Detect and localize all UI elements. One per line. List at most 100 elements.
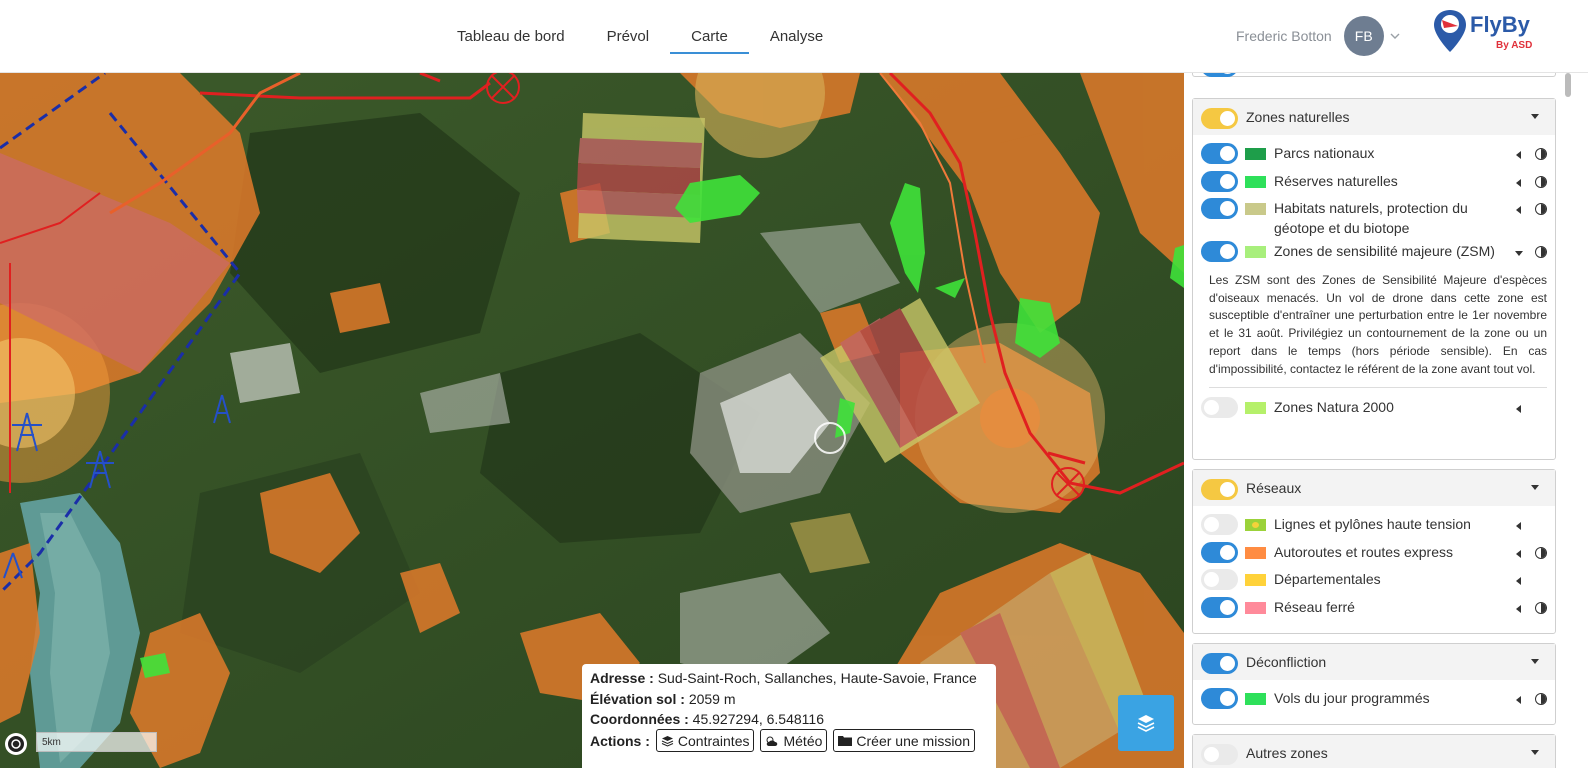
layer-label: Réserves naturelles xyxy=(1274,172,1398,189)
legend-swatch xyxy=(1245,601,1266,614)
legend-swatch xyxy=(1245,246,1266,259)
toggle-parcs-nationaux[interactable] xyxy=(1201,143,1238,164)
expand-icon[interactable] xyxy=(1516,404,1521,413)
caret-down-icon[interactable] xyxy=(1531,485,1539,490)
nav-carte[interactable]: Carte xyxy=(670,0,749,73)
panel-deconfliction: Déconfliction Vols du jour programmés xyxy=(1192,643,1556,725)
panel-reseaux: Réseaux Lignes et pylônes haute tension … xyxy=(1192,469,1556,634)
panel-header-autres-zones[interactable]: Autres zones xyxy=(1193,735,1555,768)
chevron-down-icon[interactable] xyxy=(1390,31,1400,41)
toggle-autoroutes[interactable] xyxy=(1201,541,1238,563)
layer-label: Départementales xyxy=(1274,571,1381,588)
expand-icon[interactable] xyxy=(1516,178,1521,187)
toggle-reserves-naturelles[interactable] xyxy=(1201,170,1238,192)
layer-departementales: Départementales xyxy=(1193,566,1555,594)
toggle-natura-2000[interactable] xyxy=(1201,396,1238,418)
layer-zsm: Zones de sensibilité majeure (ZSM) xyxy=(1193,238,1555,266)
layer-label: Habitats naturels, protection du géotope… xyxy=(1274,200,1468,237)
opacity-icon[interactable] xyxy=(1535,546,1547,559)
elevation-label: Élévation sol : xyxy=(590,690,685,707)
expand-icon[interactable] xyxy=(1516,151,1521,159)
flyby-logo: FlyBy By ASD xyxy=(1434,10,1532,52)
expand-icon[interactable] xyxy=(1516,206,1521,215)
opacity-icon[interactable] xyxy=(1535,246,1547,259)
panel-title: Autres zones xyxy=(1246,745,1328,761)
layer-parcs-nationaux: Parcs nationaux xyxy=(1193,140,1555,168)
layer-label: Autoroutes et routes express xyxy=(1274,543,1453,560)
expand-icon[interactable] xyxy=(1516,604,1521,613)
toggle-departementales[interactable] xyxy=(1201,569,1238,591)
legend-swatch xyxy=(1245,203,1266,216)
toggle-vols-du-jour[interactable] xyxy=(1201,688,1238,709)
collapse-icon[interactable] xyxy=(1515,251,1523,257)
toggle-habitats-naturels[interactable] xyxy=(1201,198,1238,220)
user-menu[interactable]: Frederic Botton FB xyxy=(1236,16,1400,56)
opacity-icon[interactable] xyxy=(1535,601,1547,614)
layers-icon xyxy=(1137,715,1155,732)
toggle-reseaux[interactable] xyxy=(1201,479,1238,500)
opacity-icon[interactable] xyxy=(1535,175,1547,188)
layer-autoroutes: Autoroutes et routes express xyxy=(1193,539,1555,567)
legend-swatch xyxy=(1245,546,1266,559)
create-mission-button[interactable]: Créer une mission xyxy=(833,729,976,753)
layer-reseau-ferre: Réseau ferré xyxy=(1193,594,1555,622)
toggle-lignes-haute-tension[interactable] xyxy=(1201,514,1238,535)
panel-header-reseaux[interactable]: Réseaux xyxy=(1193,470,1555,506)
svg-text:FlyBy: FlyBy xyxy=(1470,12,1531,37)
layer-habitats-naturels: Habitats naturels, protection du géotope… xyxy=(1193,195,1555,238)
legend-swatch xyxy=(1245,693,1266,705)
layer-vols-du-jour: Vols du jour programmés xyxy=(1193,685,1555,713)
layers-toggle-button[interactable] xyxy=(1118,695,1174,751)
caret-down-icon[interactable] xyxy=(1531,114,1539,119)
expand-icon[interactable] xyxy=(1516,522,1521,530)
nav-prevol[interactable]: Prévol xyxy=(586,0,671,73)
meteo-button[interactable]: Météo xyxy=(760,729,828,753)
layers-sidebar: Zones naturelles Parcs nationaux Réserve… xyxy=(1184,73,1588,768)
panel-header-deconfliction[interactable]: Déconfliction xyxy=(1193,644,1555,680)
panel-autres-zones: Autres zones xyxy=(1192,734,1556,768)
nav-tableau-de-bord[interactable]: Tableau de bord xyxy=(436,0,586,73)
opacity-icon[interactable] xyxy=(1535,203,1547,216)
avatar[interactable]: FB xyxy=(1343,16,1384,56)
caret-down-icon[interactable] xyxy=(1531,750,1539,755)
mapbox-logo-icon xyxy=(5,733,27,755)
toggle-autres-zones[interactable] xyxy=(1201,744,1238,765)
toggle-reseau-ferre[interactable] xyxy=(1201,596,1238,618)
legend-swatch xyxy=(1245,519,1266,531)
expand-icon[interactable] xyxy=(1516,696,1521,704)
opacity-icon[interactable] xyxy=(1535,148,1547,160)
user-name: Frederic Botton xyxy=(1236,28,1332,44)
expand-icon[interactable] xyxy=(1516,549,1521,558)
elevation-value: 2059 m xyxy=(688,690,736,707)
address-label: Adresse : xyxy=(590,670,654,686)
caret-down-icon[interactable] xyxy=(1531,659,1539,664)
coords-label: Coordonnées : xyxy=(590,711,689,727)
previous-panel xyxy=(1192,73,1556,77)
legend-swatch xyxy=(1245,175,1266,188)
location-popup: Adresse : Sud-Saint-Roch, Sallanches, Ha… xyxy=(582,664,996,768)
layer-label: Vols du jour programmés xyxy=(1274,690,1430,706)
legend-swatch xyxy=(1245,401,1266,414)
opacity-icon[interactable] xyxy=(1535,693,1547,705)
zsm-description: Les ZSM sont des Zones de Sensibilité Ma… xyxy=(1209,272,1547,388)
legend-swatch xyxy=(1245,574,1266,587)
map-view[interactable]: 5km Adresse : Sud-Saint-Roch, Sallanches… xyxy=(0,73,1184,768)
nav-analyse[interactable]: Analyse xyxy=(749,0,844,73)
main-nav: Tableau de bord Prévol Carte Analyse xyxy=(436,0,844,73)
sidebar-scrollbar[interactable] xyxy=(1565,73,1571,97)
expand-icon[interactable] xyxy=(1516,577,1521,586)
panel-header-zones-naturelles[interactable]: Zones naturelles xyxy=(1193,99,1555,135)
toggle-zsm[interactable] xyxy=(1201,241,1238,263)
map-scale: 5km xyxy=(36,732,157,752)
layer-label: Lignes et pylônes haute tension xyxy=(1274,516,1471,532)
actions-label: Actions : xyxy=(590,732,650,749)
previous-panel-toggle[interactable] xyxy=(1201,73,1238,77)
contraintes-button[interactable]: Contraintes xyxy=(655,729,755,753)
toggle-deconfliction[interactable] xyxy=(1201,653,1238,674)
folder-icon xyxy=(838,736,853,747)
address-value: Sud-Saint-Roch, Sallanches, Haute-Savoie… xyxy=(657,670,977,686)
layer-natura-2000: Zones Natura 2000 xyxy=(1193,394,1555,422)
panel-title: Réseaux xyxy=(1246,480,1302,496)
toggle-zones-naturelles[interactable] xyxy=(1201,108,1238,129)
layer-label: Zones Natura 2000 xyxy=(1274,398,1394,415)
